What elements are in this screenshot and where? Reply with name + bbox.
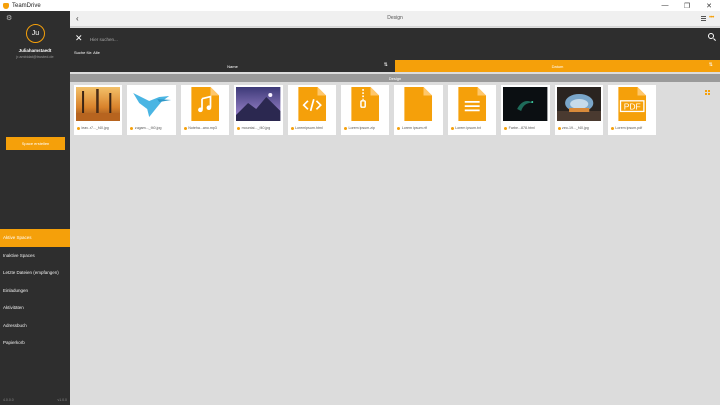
sort-by-name-tab[interactable]: Name ⇅ [70, 60, 395, 72]
file-name: zeo-19..._f40.jpg [557, 126, 601, 130]
window-controls: — ❐ ✕ [654, 0, 720, 11]
main-content: ‹ Design ••• ✕ Suche für: Alle Name ⇅ Da… [70, 11, 720, 405]
sync-status-dot [183, 126, 187, 130]
sync-status-dot [450, 126, 454, 130]
file-card[interactable]: Loremipsum.html [287, 85, 336, 135]
file-name: Farbe...878.html [504, 126, 547, 130]
app-title: TeamDrive [12, 2, 41, 9]
sort-arrow-icon: ⇅ [708, 62, 713, 68]
app-logo-icon [2, 2, 10, 10]
sync-status-dot [290, 126, 294, 130]
sidebar-item-recent-files[interactable]: Letzte Dateien (empfangen) [0, 264, 70, 282]
sort-bar: Name ⇅ Datum ⇅ [70, 60, 720, 72]
file-card[interactable]: zeo-19..._f40.jpg [554, 85, 603, 135]
gear-icon[interactable]: ⚙ [6, 14, 12, 22]
more-options-icon[interactable]: ••• [709, 15, 714, 21]
photo-thumbnail [76, 87, 121, 121]
create-space-button[interactable]: Space erstellen [6, 137, 65, 150]
document-file-icon [396, 87, 440, 121]
file-grid: leav..r7..._f40.jpg zugam..._f40.jpg Not… [74, 85, 657, 135]
sync-status-dot [130, 126, 134, 130]
code-file-icon [290, 87, 334, 121]
sidebar-item-invitations[interactable]: Einladungen [0, 282, 70, 300]
sort-date-label: Datum [551, 63, 564, 69]
sidebar-nav: Aktive Spaces Inaktive Spaces Letzte Dat… [0, 229, 70, 352]
close-search-icon[interactable]: ✕ [75, 33, 83, 44]
photo-thumbnail [129, 87, 174, 121]
sidebar-footer: 4.0.0.0 v1.0.0 [3, 398, 67, 402]
sync-status-dot [557, 126, 561, 130]
file-name: Lorem ipsum.pdf [610, 126, 654, 130]
sync-status-dot [77, 126, 80, 130]
sidebar-item-address-book[interactable]: Adressbuch [0, 317, 70, 335]
file-card[interactable]: mountai..._f40.jpg [234, 85, 283, 135]
file-name: Lorem ipsum.rtf [397, 126, 440, 130]
file-name: Loremipsum.html [290, 126, 334, 130]
file-name: Lorem ipsum.txt [450, 126, 494, 130]
svg-text:PDF: PDF [624, 101, 641, 111]
title-bar: TeamDrive — ❐ ✕ [0, 0, 720, 11]
search-input[interactable] [90, 35, 650, 43]
file-name: Lorem ipsum.zip [343, 126, 387, 130]
audio-file-icon [183, 87, 227, 121]
pdf-file-icon: PDF [610, 87, 654, 121]
file-card[interactable]: PDF Lorem ipsum.pdf [607, 85, 657, 135]
file-card[interactable]: Farbe...878.html [501, 85, 550, 135]
sync-status-dot [610, 126, 614, 130]
avatar[interactable]: Ju [26, 24, 45, 43]
file-card[interactable]: leav..r7..._f40.jpg [74, 85, 123, 135]
sync-status-dot [343, 126, 347, 130]
user-email: jr.ambidat@trusted.de [16, 55, 54, 59]
sort-name-label: Name [227, 63, 238, 69]
search-icon[interactable] [708, 33, 714, 39]
text-file-icon [450, 87, 494, 121]
maximize-button[interactable]: ❐ [676, 0, 698, 11]
sort-arrow-icon: ⇅ [383, 62, 388, 68]
sidebar-item-inactive-spaces[interactable]: Inaktive Spaces [0, 247, 70, 265]
sidebar: ⚙ Ju Juliahamstaedt jr.ambidat@trusted.d… [0, 11, 70, 405]
page-title: Design [387, 15, 403, 21]
photo-thumbnail [556, 87, 601, 121]
search-scope-label: Suche für: Alle [74, 50, 100, 55]
photo-thumbnail [236, 87, 281, 121]
list-view-icon[interactable] [701, 16, 706, 21]
file-card[interactable]: Lorem ipsum.zip [340, 85, 390, 135]
group-header: Design [70, 74, 720, 82]
file-card[interactable]: Lorem ipsum.txt [447, 85, 497, 135]
file-name: zugam..._f40.jpg [130, 126, 173, 130]
sidebar-item-active-spaces[interactable]: Aktive Spaces [0, 229, 70, 247]
sidebar-item-activities[interactable]: Aktivitäten [0, 299, 70, 317]
version-left: 4.0.0.0 [3, 398, 14, 402]
file-name: Noteha...ano.mp3 [183, 126, 227, 130]
sync-status-dot [397, 126, 401, 130]
file-card[interactable]: Lorem ipsum.rtf [394, 85, 443, 135]
view-controls: ••• [701, 15, 714, 95]
photo-thumbnail [503, 87, 548, 121]
sidebar-item-trash[interactable]: Papierkorb [0, 334, 70, 352]
user-name: Juliahamstaedt [18, 48, 52, 53]
file-card[interactable]: Noteha...ano.mp3 [180, 85, 230, 135]
file-name: leav..r7..._f40.jpg [77, 126, 120, 130]
close-button[interactable]: ✕ [698, 0, 720, 11]
sort-by-date-tab[interactable]: Datum ⇅ [395, 60, 720, 72]
sync-status-dot [237, 126, 241, 130]
minimize-button[interactable]: — [654, 0, 676, 11]
file-name: mountai..._f40.jpg [237, 126, 280, 130]
top-bar: ‹ Design ••• [70, 11, 720, 95]
zip-file-icon [343, 87, 387, 121]
file-card[interactable]: zugam..._f40.jpg [127, 85, 176, 135]
sync-status-dot [504, 126, 508, 130]
grid-view-icon[interactable] [705, 90, 710, 95]
version-right: v1.0.0 [57, 398, 67, 402]
